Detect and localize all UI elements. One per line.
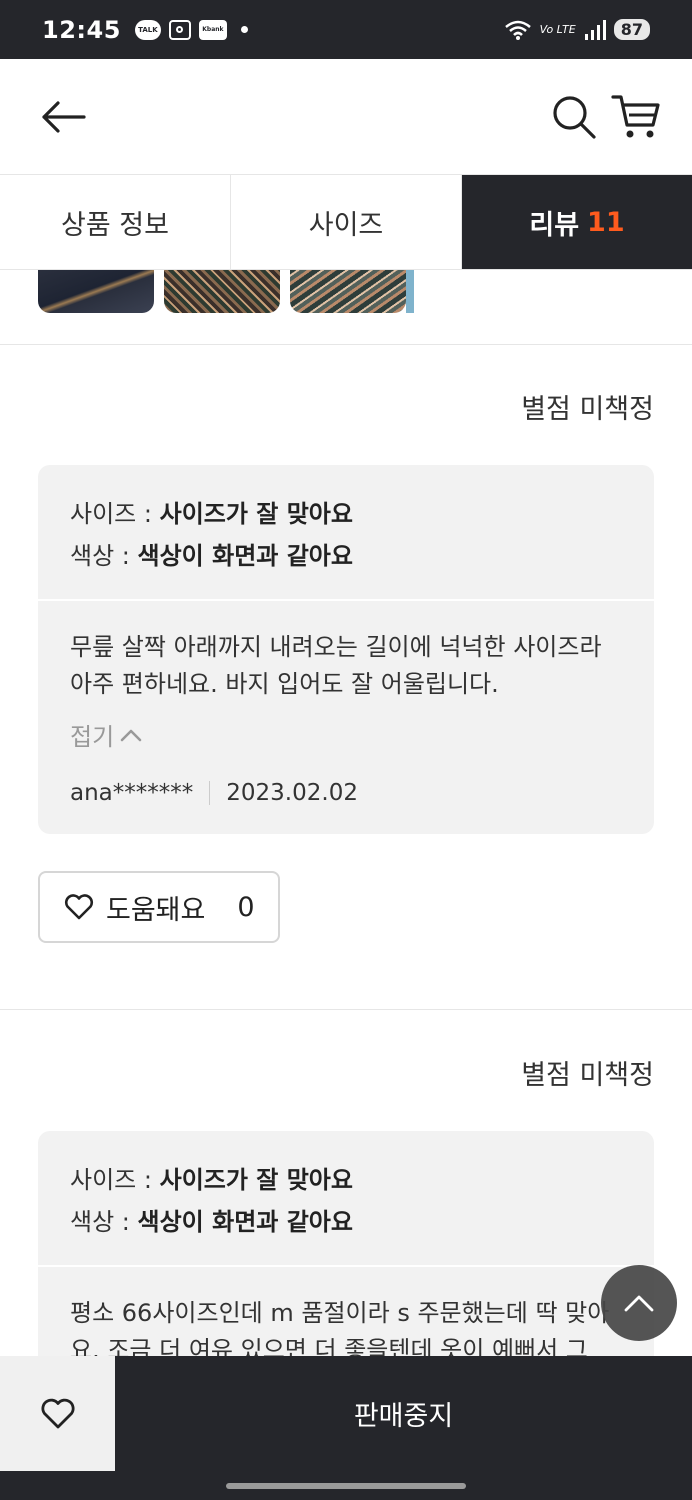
review-date: 2023.02.02 xyxy=(226,780,358,806)
wishlist-button[interactable] xyxy=(0,1356,115,1471)
review-text: 무릎 살짝 아래까지 내려오는 길이에 넉넉한 사이즈라 아주 편하네요. 바지… xyxy=(70,629,622,703)
search-icon xyxy=(553,96,596,139)
arrow-left-icon xyxy=(42,101,86,133)
status-time: 12:45 xyxy=(42,15,121,44)
home-gesture-handle[interactable] xyxy=(226,1483,466,1489)
scroll-to-top-button[interactable] xyxy=(601,1265,677,1341)
helpful-button[interactable]: 도움돼요 0 xyxy=(38,871,280,943)
review-photo-edge xyxy=(406,270,414,313)
back-button[interactable] xyxy=(38,97,90,137)
fold-toggle[interactable]: 접기 xyxy=(70,717,142,752)
color-option: 색상 : 색상이 화면과 같아요 xyxy=(70,1201,622,1243)
color-option-value: 색상이 화면과 같아요 xyxy=(137,1208,353,1236)
review-author: ana******* xyxy=(70,780,194,806)
review-text-line: 아주 편하네요. 바지 입어도 잘 어울립니다. xyxy=(70,670,499,698)
tab-size[interactable]: 사이즈 xyxy=(231,175,462,269)
kbank-icon: Kbank xyxy=(198,19,227,40)
status-bar: 12:45 TALK Kbank Vo LTE 87 xyxy=(0,0,692,59)
review-photo-thumbnail[interactable] xyxy=(164,270,280,313)
section-divider xyxy=(0,1009,692,1010)
system-nav-bar xyxy=(0,1471,692,1500)
search-button[interactable] xyxy=(550,93,598,141)
size-option: 사이즈 : 사이즈가 잘 맞아요 xyxy=(70,493,622,535)
screenshot-icon xyxy=(168,19,191,40)
sale-stopped-label: 판매중지 xyxy=(353,1401,454,1432)
battery-indicator: 87 xyxy=(613,19,650,40)
app-header xyxy=(0,59,692,175)
size-option-key: 사이즈 : xyxy=(70,500,152,528)
bottom-action-bar: 판매중지 xyxy=(0,1356,692,1471)
product-tabs: 상품 정보 사이즈 리뷰 11 xyxy=(0,175,692,270)
review-photo-thumbnail[interactable] xyxy=(38,270,154,313)
review-text-line: 무릎 살짝 아래까지 내려오는 길이에 넉넉한 사이즈라 xyxy=(70,633,602,661)
section-divider xyxy=(0,344,692,345)
color-option-key: 색상 : xyxy=(70,1208,130,1236)
signal-icon xyxy=(584,19,606,40)
color-option: 색상 : 색상이 화면과 같아요 xyxy=(70,535,622,577)
tab-review[interactable]: 리뷰 11 xyxy=(462,175,692,269)
color-option-value: 색상이 화면과 같아요 xyxy=(137,542,353,570)
helpful-label: 도움돼요 xyxy=(106,894,206,926)
size-option-key: 사이즈 : xyxy=(70,1166,152,1194)
chevron-up-icon xyxy=(120,729,142,741)
review-list[interactable]: 별점 미책정 사이즈 : 사이즈가 잘 맞아요 색상 : 색상이 화면과 같아요… xyxy=(0,270,692,1356)
helpful-count: 0 xyxy=(237,891,255,923)
meta-separator xyxy=(209,781,211,805)
review-text-line: 요. 조금 더 여유 있으면 더 좋을텐데 옷이 예뻐서 그 xyxy=(70,1336,588,1356)
rating-status: 별점 미책정 xyxy=(521,1060,654,1091)
size-option: 사이즈 : 사이즈가 잘 맞아요 xyxy=(70,1159,622,1201)
review-options: 사이즈 : 사이즈가 잘 맞아요 색상 : 색상이 화면과 같아요 xyxy=(38,465,654,601)
tab-product-info[interactable]: 상품 정보 xyxy=(0,175,231,269)
size-option-value: 사이즈가 잘 맞아요 xyxy=(159,1166,353,1194)
review-text: 평소 66사이즈인데 m 품절이라 s 주문했는데 딱 맞아 요. 조금 더 여… xyxy=(70,1295,622,1356)
system-icons: Vo LTE 87 xyxy=(504,19,650,41)
heart-icon xyxy=(64,894,94,920)
size-option-value: 사이즈가 잘 맞아요 xyxy=(159,500,353,528)
tab-size-label: 사이즈 xyxy=(308,209,384,241)
fold-label: 접기 xyxy=(70,723,115,751)
review-photo-thumbnail[interactable] xyxy=(290,270,414,313)
heart-icon xyxy=(40,1398,75,1428)
volte-icon: Vo LTE xyxy=(539,23,576,36)
tab-product-info-label: 상품 정보 xyxy=(61,209,169,241)
review-meta: ana******* 2023.02.02 xyxy=(70,780,622,806)
review-card: 사이즈 : 사이즈가 잘 맞아요 색상 : 색상이 화면과 같아요 평소 66사… xyxy=(38,1131,654,1356)
rating-status: 별점 미책정 xyxy=(521,394,654,425)
tab-review-label: 리뷰 xyxy=(529,209,580,241)
more-notifications-icon xyxy=(240,26,248,33)
review-body: 평소 66사이즈인데 m 품절이라 s 주문했는데 딱 맞아 요. 조금 더 여… xyxy=(38,1267,654,1356)
review-photo-thumbnails xyxy=(38,270,414,313)
review-text-line: 평소 66사이즈인데 m 품절이라 s 주문했는데 딱 맞아 xyxy=(70,1299,610,1327)
notification-icons: TALK Kbank xyxy=(134,19,248,40)
review-options: 사이즈 : 사이즈가 잘 맞아요 색상 : 색상이 화면과 같아요 xyxy=(38,1131,654,1267)
review-count-badge: 11 xyxy=(587,206,625,238)
kakaotalk-icon: TALK xyxy=(134,19,161,40)
review-card: 사이즈 : 사이즈가 잘 맞아요 색상 : 색상이 화면과 같아요 무릎 살짝 … xyxy=(38,465,654,834)
cart-button[interactable] xyxy=(610,93,662,141)
cart-icon xyxy=(611,95,660,138)
chevron-up-icon xyxy=(624,1295,654,1312)
wifi-icon xyxy=(504,20,531,40)
sale-stopped-button[interactable]: 판매중지 xyxy=(115,1356,692,1471)
review-body: 무릎 살짝 아래까지 내려오는 길이에 넉넉한 사이즈라 아주 편하네요. 바지… xyxy=(38,601,654,834)
color-option-key: 색상 : xyxy=(70,542,130,570)
